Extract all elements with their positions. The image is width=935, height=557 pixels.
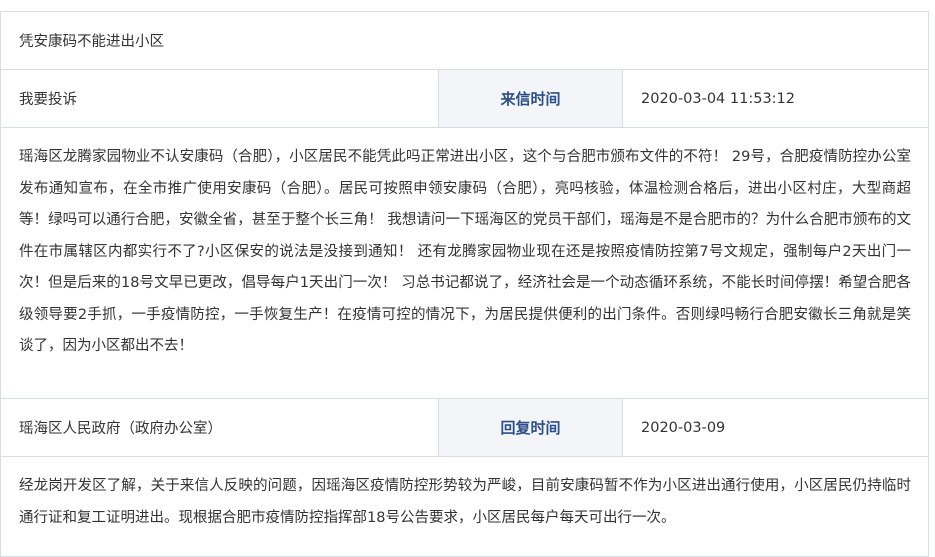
letter-content-text: 瑶海区龙腾家园物业不认安康码（合肥），小区居民不能凭此吗正常进出小区，这个与合肥… — [19, 149, 911, 354]
sent-time-label: 来信时间 — [438, 70, 623, 127]
reply-department: 瑶海区人民政府（政府办公室） — [19, 421, 222, 437]
reply-time-value: 2020-03-09 — [641, 419, 726, 436]
letter-title: 凭安康码不能进出小区 — [19, 34, 164, 50]
reply-time-label: 回复时间 — [438, 399, 623, 456]
letter-title-row: 凭安康码不能进出小区 — [0, 11, 929, 69]
reply-content: 经龙岗开发区了解，关于来信人反映的问题，因瑶海区疫情防控形势较为严峻，目前安康码… — [0, 456, 929, 557]
letter-type: 我要投诉 — [19, 92, 77, 108]
reply-content-text: 经龙岗开发区了解，关于来信人反映的问题，因瑶海区疫情防控形势较为严峻，目前安康码… — [19, 478, 911, 526]
sent-time-value: 2020-03-04 11:53:12 — [641, 90, 795, 107]
letter-meta-row: 我要投诉 来信时间 2020-03-04 11:53:12 — [0, 69, 929, 127]
reply-meta-row: 瑶海区人民政府（政府办公室） 回复时间 2020-03-09 — [0, 398, 929, 456]
letter-reply-board: 凭安康码不能进出小区 我要投诉 来信时间 2020-03-04 11:53:12… — [0, 0, 935, 557]
letter-content: 瑶海区龙腾家园物业不认安康码（合肥），小区居民不能凭此吗正常进出小区，这个与合肥… — [0, 127, 929, 398]
